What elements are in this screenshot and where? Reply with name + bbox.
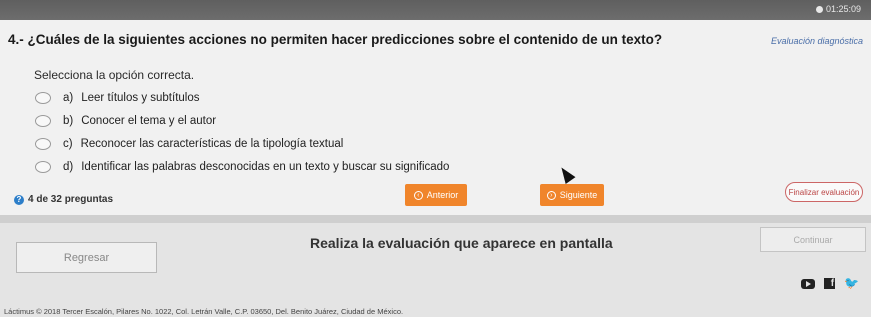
- progress-text: 4 de 32 preguntas: [28, 194, 114, 205]
- arrow-left-icon: ‹: [413, 190, 423, 200]
- option-letter: b): [63, 114, 74, 127]
- evaluation-tag: Evaluación diagnóstica: [770, 36, 863, 46]
- twitter-icon[interactable]: 🐦: [844, 277, 859, 289]
- option-text: Reconocer las características de la tipo…: [80, 137, 344, 150]
- divider: [0, 215, 871, 223]
- option-c[interactable]: c) Reconocer las características de la t…: [35, 132, 449, 155]
- clock-icon: [815, 5, 823, 13]
- timer: 01:25:09: [815, 4, 861, 14]
- option-b[interactable]: b) Conocer el tema y el autor: [35, 109, 449, 132]
- help-icon: ?: [14, 194, 24, 205]
- radio-c[interactable]: [35, 137, 51, 150]
- facebook-icon[interactable]: f: [824, 278, 836, 289]
- radio-b[interactable]: [35, 114, 51, 127]
- question-title: 4.- ¿Cuáles de la siguientes acciones no…: [8, 32, 663, 47]
- question-panel: 4.- ¿Cuáles de la siguientes acciones no…: [0, 20, 871, 215]
- copyright-text: Láctimus © 2018 Tercer Escalón, Pilares …: [4, 307, 404, 316]
- radio-a[interactable]: [35, 91, 51, 104]
- navigation-row: ? 4 de 32 preguntas ‹ Anterior › Siguien…: [0, 182, 871, 212]
- next-label: Siguiente: [559, 190, 598, 200]
- timer-value: 01:25:09: [825, 4, 861, 14]
- next-button[interactable]: › Siguiente: [540, 184, 604, 206]
- instruction-text: Selecciona la opción correcta.: [34, 68, 195, 82]
- notice-text: Realiza la evaluación que aparece en pan…: [310, 235, 613, 251]
- option-text: Conocer el tema y el autor: [81, 114, 217, 127]
- option-letter: a): [63, 91, 74, 104]
- option-letter: c): [63, 137, 73, 150]
- progress-indicator: ? 4 de 32 preguntas: [14, 194, 113, 205]
- option-letter: d): [63, 160, 74, 173]
- arrow-right-icon: ›: [546, 190, 556, 200]
- previous-label: Anterior: [426, 190, 459, 200]
- finish-evaluation-button[interactable]: Finalizar evaluación: [785, 182, 863, 202]
- youtube-icon[interactable]: [801, 278, 816, 289]
- options-list: a) Leer títulos y subtítulos b) Conocer …: [35, 86, 449, 178]
- radio-d[interactable]: [35, 160, 51, 173]
- lower-panel: Regresar Realiza la evaluación que apare…: [0, 223, 871, 317]
- social-links: f 🐦: [801, 277, 859, 289]
- option-text: Identificar las palabras desconocidas en…: [81, 160, 450, 173]
- option-text: Leer títulos y subtítulos: [81, 91, 200, 104]
- option-a[interactable]: a) Leer títulos y subtítulos: [35, 86, 449, 109]
- continue-button[interactable]: Continuar: [760, 227, 866, 252]
- previous-button[interactable]: ‹ Anterior: [405, 184, 467, 206]
- back-button[interactable]: Regresar: [16, 242, 157, 273]
- top-bar: 01:25:09: [0, 0, 871, 20]
- option-d[interactable]: d) Identificar las palabras desconocidas…: [35, 155, 449, 178]
